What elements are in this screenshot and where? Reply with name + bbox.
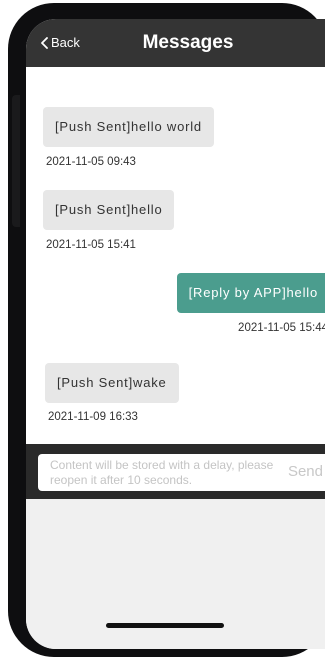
input-placeholder: Content will be stored with a delay, ple… — [50, 458, 274, 487]
message-bubble-outgoing[interactable]: [Reply by APP]hello — [176, 273, 325, 313]
message-timestamp: 2021-11-05 15:44 — [238, 322, 325, 334]
home-indicator[interactable] — [106, 623, 224, 628]
message-timestamp: 2021-11-09 16:33 — [48, 411, 138, 423]
send-button[interactable]: Send — [288, 463, 323, 480]
page-title: Messages — [142, 32, 234, 53]
phone-frame: Back Messages [Push Sent]hello world 202… — [8, 3, 325, 657]
message-timestamp: 2021-11-05 09:43 — [46, 156, 136, 168]
phone-side-button — [12, 95, 20, 227]
nav-bar: Back Messages — [26, 19, 325, 67]
message-bubble-incoming[interactable]: [Push Sent]hello — [43, 190, 175, 230]
message-list[interactable]: [Push Sent]hello world 2021-11-05 09:43 … — [26, 67, 325, 444]
message-input[interactable]: Content will be stored with a delay, ple… — [38, 454, 325, 491]
message-bubble-incoming[interactable]: [Push Sent]wake — [45, 363, 179, 403]
composer-bar: Content will be stored with a delay, ple… — [26, 444, 325, 499]
app-screen: Back Messages [Push Sent]hello world 202… — [26, 19, 325, 649]
message-bubble-incoming[interactable]: [Push Sent]hello world — [43, 107, 214, 147]
message-timestamp: 2021-11-05 15:41 — [46, 239, 136, 251]
